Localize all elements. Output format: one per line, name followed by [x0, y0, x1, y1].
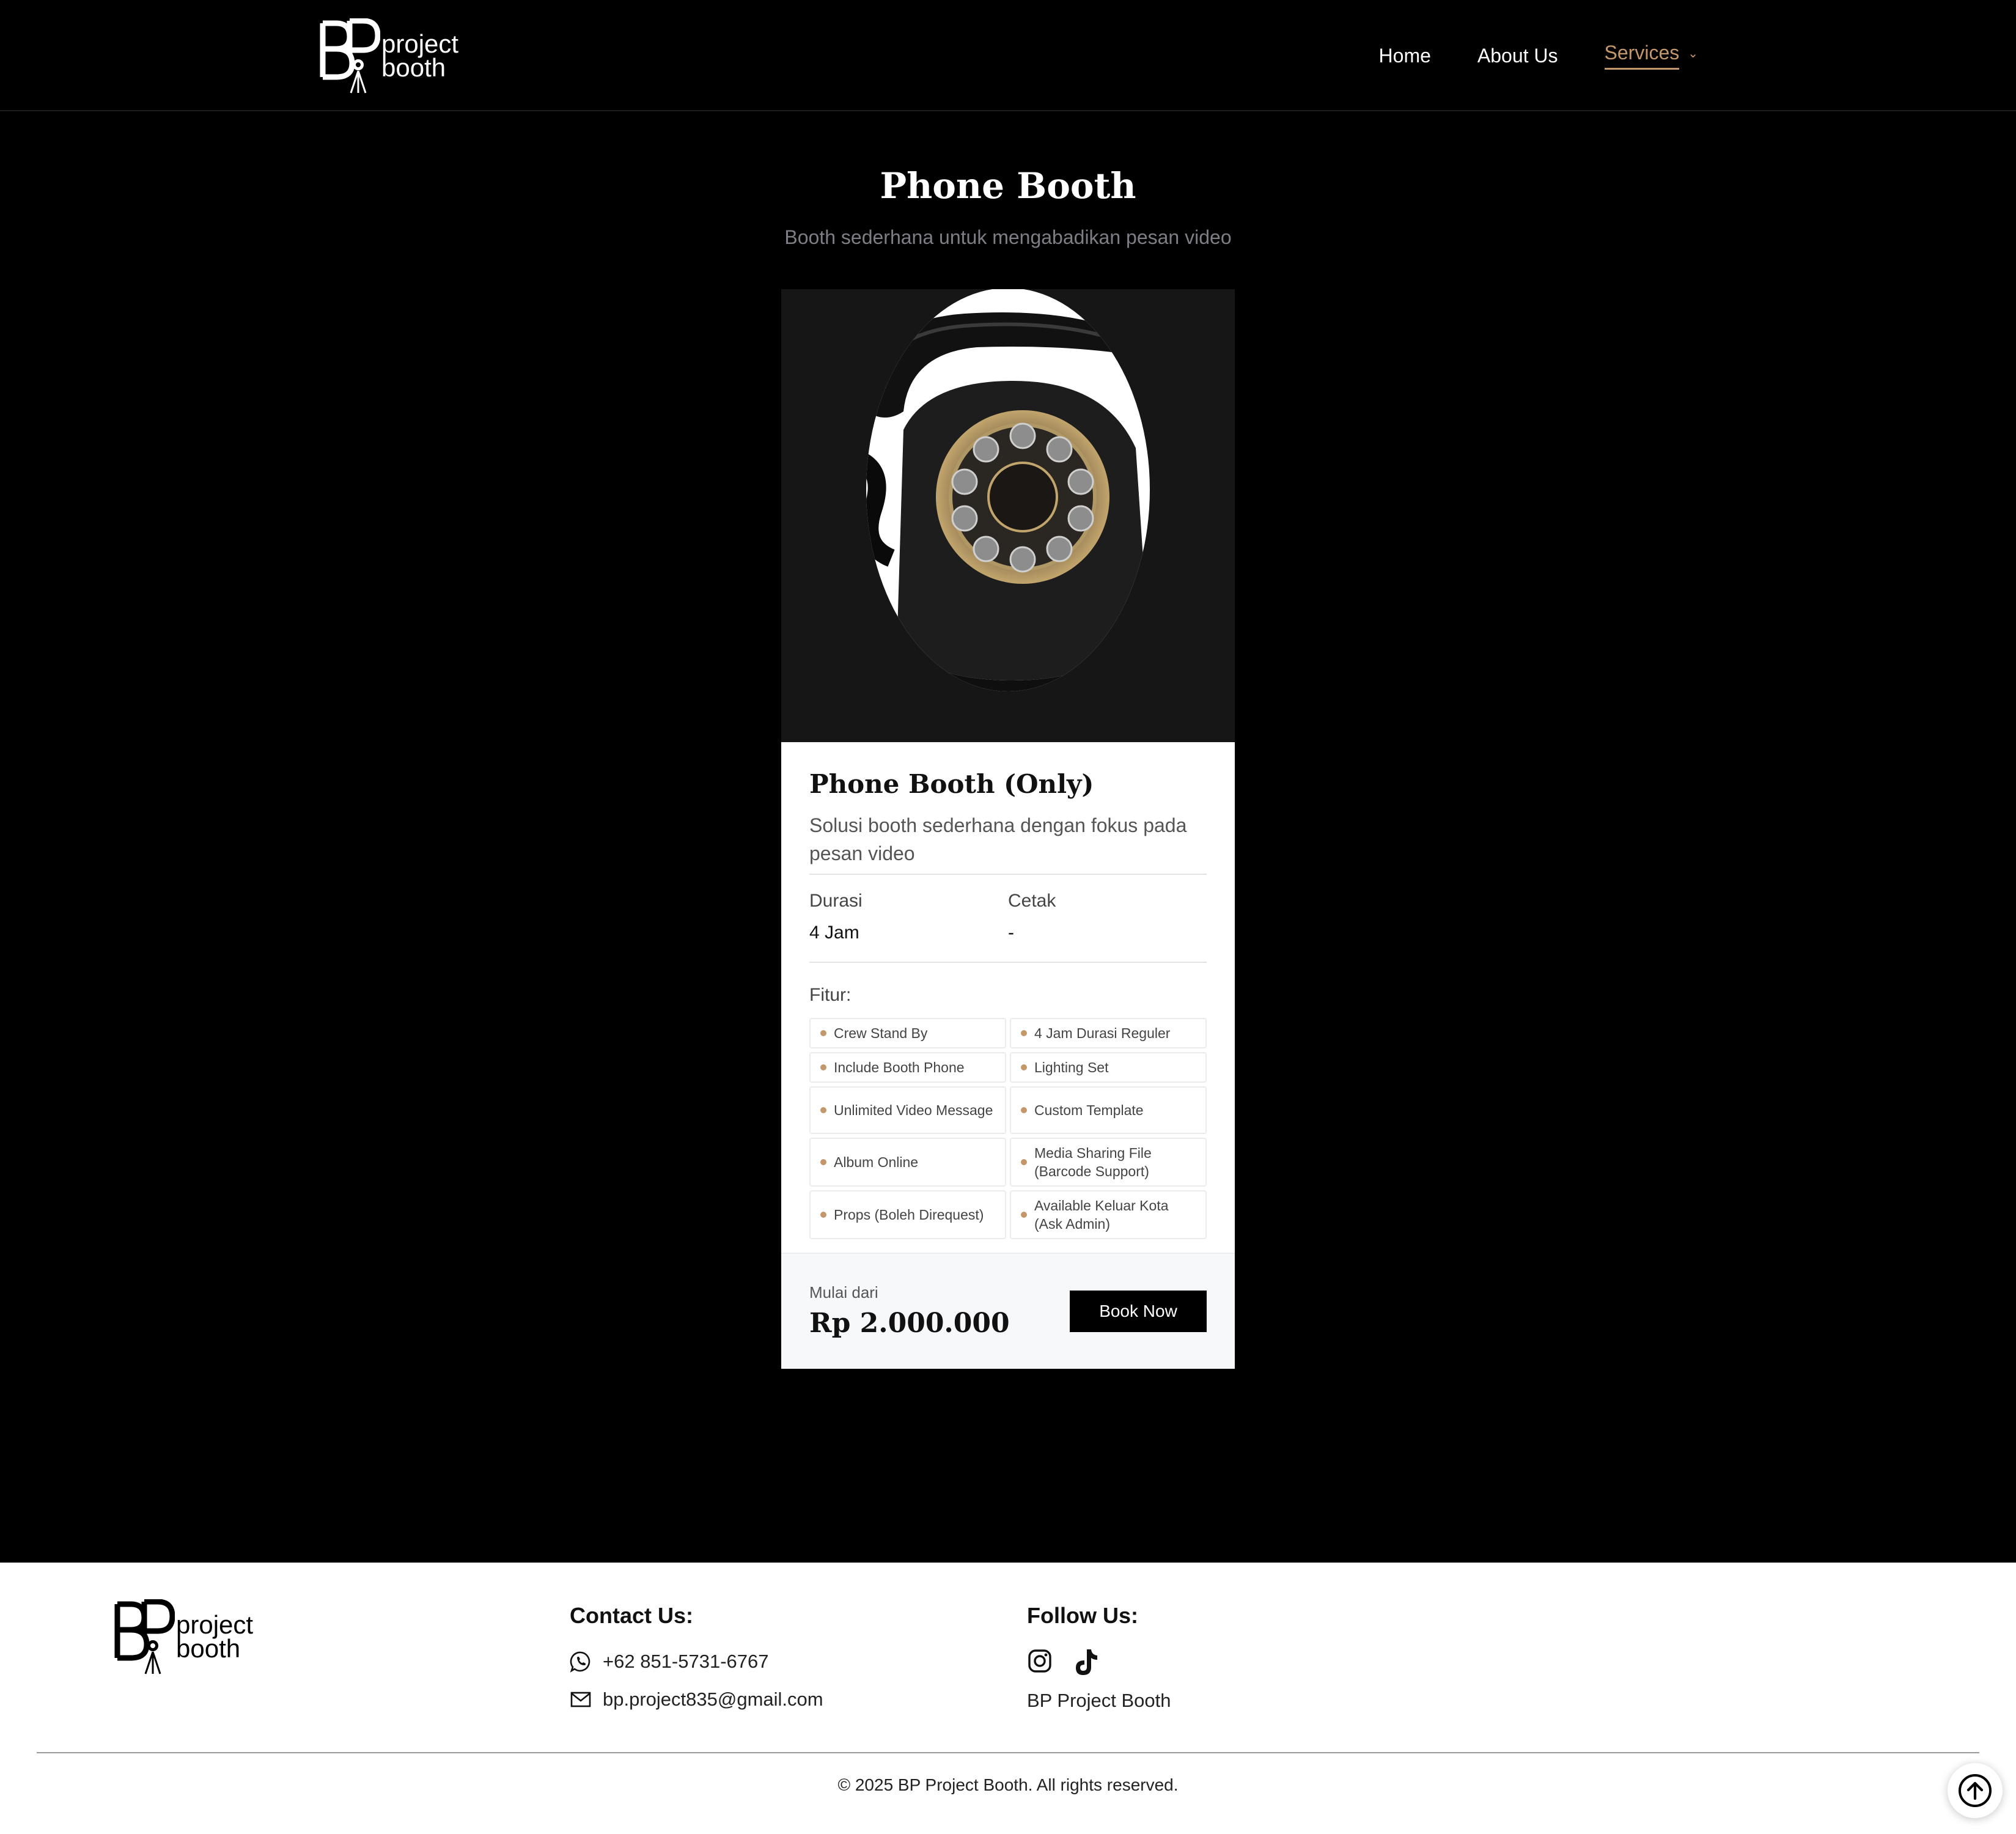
feature-text: Unlimited Video Message [834, 1102, 993, 1118]
package-card: Phone Booth (Only) Solusi booth sederhan… [781, 289, 1235, 1369]
feature-item: Unlimited Video Message [809, 1086, 1006, 1134]
price: Rp 2.000.000 [809, 1308, 1010, 1339]
card-body: Phone Booth (Only) Solusi booth sederhan… [781, 742, 1235, 1253]
package-title: Phone Booth (Only) [809, 769, 1094, 799]
features-label: Fitur: [809, 985, 852, 1005]
phone-number: +62 851-5731-6767 [603, 1651, 769, 1672]
feature-text: Crew Stand By [834, 1025, 928, 1041]
arrow-up-circle-icon [1959, 1774, 1992, 1807]
footer-logo[interactable]: project booth [112, 1599, 253, 1675]
email-address: bp.project835@gmail.com [603, 1689, 823, 1710]
chevron-down-icon: ⌄ [1688, 46, 1698, 61]
bullet-dot-icon [1021, 1159, 1027, 1165]
bp-monogram-icon [320, 18, 380, 94]
feature-item: Crew Stand By [809, 1018, 1006, 1048]
social-links [1027, 1648, 1171, 1676]
social-account-name[interactable]: BP Project Booth [1027, 1690, 1171, 1712]
features-grid: Crew Stand By 4 Jam Durasi Reguler Inclu… [809, 1018, 1207, 1239]
package-specs: Durasi 4 Jam Cetak - [809, 875, 1207, 962]
feature-item: Custom Template [1010, 1086, 1207, 1134]
nav-about-us[interactable]: About Us [1477, 45, 1558, 67]
nav-services-label: Services [1604, 42, 1680, 70]
bullet-dot-icon [820, 1030, 826, 1036]
scroll-to-top-button[interactable] [1948, 1763, 2003, 1818]
logo-word-booth: booth [381, 53, 446, 82]
feature-text: Available Keluar Kota (Ask Admin) [1034, 1198, 1169, 1232]
feature-item: Props (Boleh Direquest) [809, 1190, 1006, 1239]
package-image [781, 289, 1235, 742]
page-subtitle: Booth sederhana untuk mengabadikan pesan… [784, 226, 1232, 248]
mail-icon [570, 1692, 591, 1707]
package-description: Solusi booth sederhana dengan fokus pada… [809, 814, 1187, 864]
bullet-dot-icon [1021, 1107, 1027, 1113]
feature-text: Include Booth Phone [834, 1059, 965, 1075]
feature-text: Props (Boleh Direquest) [834, 1207, 984, 1223]
spec-value: 4 Jam [809, 923, 859, 943]
page-title: Phone Booth [880, 165, 1136, 207]
whatsapp-icon [570, 1651, 590, 1673]
site-footer: project booth Contact Us: +62 851-5731-6… [0, 1563, 2016, 1834]
email-row[interactable]: bp.project835@gmail.com [570, 1689, 823, 1711]
nav-home[interactable]: Home [1379, 45, 1431, 67]
tiktok-icon[interactable] [1073, 1648, 1099, 1676]
main-nav: Home About Us Services ⌄ [1379, 42, 1698, 70]
spec-cetak: Cetak - [1008, 891, 1207, 943]
spec-label: Durasi [809, 891, 863, 911]
feature-text: 4 Jam Durasi Reguler [1034, 1025, 1171, 1041]
logo-word-booth: booth [176, 1634, 241, 1663]
spec-value: - [1008, 923, 1014, 943]
spec-label: Cetak [1008, 891, 1056, 911]
bullet-dot-icon [1021, 1064, 1027, 1070]
feature-item: Include Booth Phone [809, 1052, 1006, 1083]
feature-item: Album Online [809, 1138, 1006, 1187]
bullet-dot-icon [820, 1159, 826, 1165]
site-header: project booth Home About Us Services ⌄ [0, 0, 2016, 111]
book-now-button[interactable]: Book Now [1070, 1291, 1207, 1332]
follow-column: Follow Us: BP Project Booth [1027, 1603, 1171, 1712]
contact-heading: Contact Us: [570, 1603, 694, 1628]
bullet-dot-icon [1021, 1212, 1027, 1218]
instagram-icon[interactable] [1027, 1648, 1053, 1674]
footer-divider [37, 1752, 1979, 1753]
feature-item: Lighting Set [1010, 1052, 1207, 1083]
bullet-dot-icon [820, 1064, 826, 1070]
divider [809, 962, 1207, 963]
nav-services[interactable]: Services ⌄ [1604, 42, 1698, 70]
contact-column: Contact Us: +62 851-5731-6767 bp.project… [570, 1603, 823, 1711]
feature-text: Lighting Set [1034, 1059, 1109, 1075]
spec-durasi: Durasi 4 Jam [809, 891, 1008, 943]
feature-item: Media Sharing File (Barcode Support) [1010, 1138, 1207, 1187]
feature-text: Custom Template [1034, 1102, 1144, 1118]
bullet-dot-icon [820, 1107, 826, 1113]
feature-text: Album Online [834, 1154, 919, 1170]
feature-item: 4 Jam Durasi Reguler [1010, 1018, 1207, 1048]
follow-heading: Follow Us: [1027, 1603, 1138, 1628]
phone-row[interactable]: +62 851-5731-6767 [570, 1651, 823, 1673]
feature-item: Available Keluar Kota (Ask Admin) [1010, 1190, 1207, 1239]
bullet-dot-icon [1021, 1030, 1027, 1036]
feature-text: Media Sharing File (Barcode Support) [1034, 1145, 1152, 1179]
header-logo[interactable]: project booth [318, 18, 458, 94]
bp-monogram-icon [114, 1599, 175, 1674]
bullet-dot-icon [820, 1212, 826, 1218]
rotary-telephone-photo [866, 289, 1150, 691]
copyright: © 2025 BP Project Booth. All rights rese… [837, 1775, 1179, 1794]
price-prefix: Mulai dari [809, 1283, 878, 1302]
card-footer: Mulai dari Rp 2.000.000 Book Now [781, 1253, 1235, 1369]
